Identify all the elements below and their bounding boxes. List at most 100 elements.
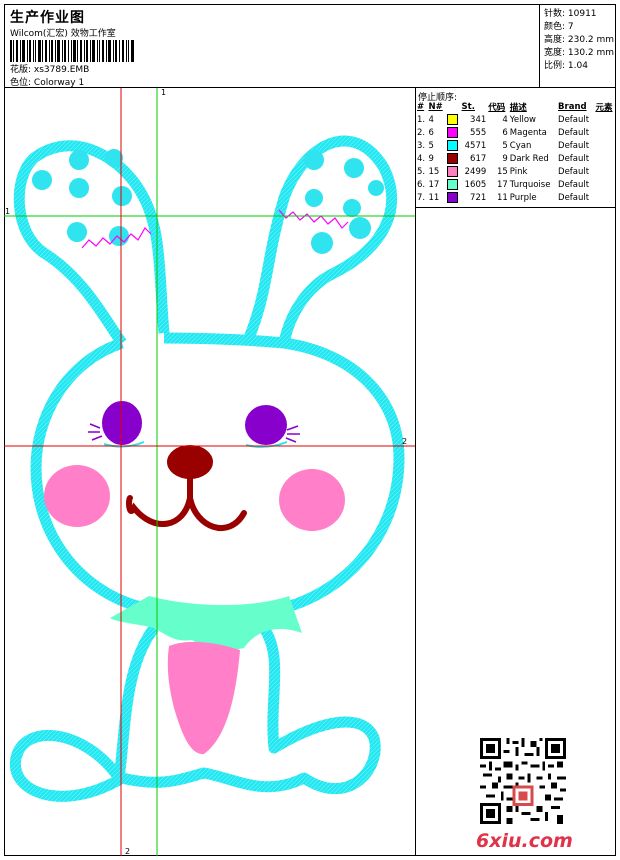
row-stitches: 1605 <box>464 179 487 190</box>
row-description: Pink <box>509 166 528 177</box>
table-row: 6. 17 1605 17 Turquoise Default <box>416 178 616 191</box>
design-file-line: 花版: xs3789.EMB <box>10 62 89 75</box>
stitch-count: 针数: 10911 <box>544 9 597 19</box>
color-swatch <box>446 192 458 203</box>
row-description: Yellow <box>509 114 536 125</box>
row-element <box>594 178 616 191</box>
row-stitches: 341 <box>470 114 487 125</box>
row-code: 15 <box>496 166 508 177</box>
col-element: 元素 <box>595 103 613 113</box>
row-swatch <box>446 139 461 152</box>
colorway-label: 色位: <box>10 78 32 88</box>
row-code: 11 <box>496 192 508 203</box>
row-stitches: 721 <box>470 192 487 203</box>
row-code: 6 <box>502 127 508 138</box>
barcode <box>10 40 134 62</box>
header-panel: 生产作业图 Wilcom(汇宏) 效物工作室 花版: xs3789.EMB 色位… <box>4 4 540 88</box>
row-needle: 6 <box>428 127 434 138</box>
table-row: 2. 6 555 6 Magenta Default <box>416 126 616 139</box>
color-swatch <box>446 140 458 151</box>
row-stitches: 555 <box>470 127 487 138</box>
design-scale: 比例: 1.04 <box>544 61 588 71</box>
design-label: 花版: <box>10 65 32 75</box>
col-description: 描述 <box>509 103 527 113</box>
guide-v2-label: 2 <box>125 847 130 856</box>
eyes <box>88 401 300 448</box>
bunny-embroidery: 1 1 2 2 <box>4 88 415 856</box>
row-needle: 11 <box>428 192 440 203</box>
row-description: Purple <box>509 192 537 203</box>
page-title: 生产作业图 <box>10 10 85 26</box>
color-swatch <box>446 114 458 125</box>
row-stitches: 4571 <box>464 140 487 151</box>
row-brand: Default <box>558 179 590 190</box>
watermark-logo: 6xiu.com <box>476 830 573 852</box>
row-code: 17 <box>496 179 508 190</box>
row-code: 9 <box>502 153 508 164</box>
color-swatch <box>446 166 458 177</box>
row-element <box>594 113 616 126</box>
ear-dots <box>32 149 384 254</box>
table-row: 5. 15 2499 15 Pink Default <box>416 165 616 178</box>
col-swatch <box>446 101 461 113</box>
row-description: Dark Red <box>509 153 549 164</box>
table-body: 1. 4 341 4 Yellow Default 2. 6 555 6 Magenta Defaul… <box>416 113 616 204</box>
col-needle: N# <box>428 102 443 112</box>
row-needle: 17 <box>428 179 440 190</box>
color-count: 颜色: 7 <box>544 22 574 32</box>
belly-tongue <box>167 641 240 755</box>
row-index: 4. <box>417 153 426 164</box>
row-brand: Default <box>558 127 590 138</box>
row-brand: Default <box>558 192 590 203</box>
row-element <box>594 139 616 152</box>
row-element <box>594 165 616 178</box>
row-element <box>594 152 616 165</box>
color-swatch <box>446 153 458 164</box>
design-canvas: 1 1 2 2 <box>4 88 416 856</box>
color-sequence-table: # N# St. 代码 描述 Brand 元素 1. 4 341 4 Yellow Def… <box>416 101 616 204</box>
table-row: 4. 9 617 9 Dark Red Default <box>416 152 616 165</box>
table-divider <box>416 207 616 208</box>
row-swatch <box>446 126 461 139</box>
design-file: xs3789.EMB <box>33 65 90 75</box>
company-name: Wilcom(汇宏) 效物工作室 <box>10 29 116 39</box>
nose <box>167 445 213 479</box>
guide-h2-label: 2 <box>402 437 407 446</box>
row-stitches: 2499 <box>464 166 487 177</box>
colorway-line: 色位: Colorway 1 <box>10 75 84 88</box>
guide-h1-label: 1 <box>5 207 10 216</box>
design-height: 高度: 230.2 mm <box>544 35 615 45</box>
col-index: # <box>417 102 425 112</box>
row-index: 7. <box>417 192 426 203</box>
row-swatch <box>446 165 461 178</box>
row-brand: Default <box>558 114 590 125</box>
design-width: 宽度: 130.2 mm <box>544 48 615 58</box>
qr-code <box>480 738 566 824</box>
row-index: 3. <box>417 140 426 151</box>
guide-v1-label: 1 <box>161 88 166 97</box>
row-stitches: 617 <box>470 153 487 164</box>
row-swatch <box>446 191 461 204</box>
row-needle: 15 <box>428 166 440 177</box>
row-brand: Default <box>558 140 590 151</box>
row-description: Magenta <box>509 127 547 138</box>
row-code: 5 <box>502 140 508 151</box>
row-brand: Default <box>558 166 590 177</box>
table-row: 7. 11 721 11 Purple Default <box>416 191 616 204</box>
row-description: Cyan <box>509 140 532 151</box>
table-row: 1. 4 341 4 Yellow Default <box>416 113 616 126</box>
color-swatch <box>446 127 458 138</box>
row-index: 1. <box>417 114 426 125</box>
row-element <box>594 191 616 204</box>
row-swatch <box>446 152 461 165</box>
row-needle: 4 <box>428 114 434 125</box>
table-header-row: # N# St. 代码 描述 Brand 元素 <box>416 101 616 113</box>
row-brand: Default <box>558 153 590 164</box>
row-needle: 5 <box>428 140 434 151</box>
row-index: 2. <box>417 127 426 138</box>
row-element <box>594 126 616 139</box>
row-swatch <box>446 113 461 126</box>
stats-panel: 针数: 10911 颜色: 7 高度: 230.2 mm 宽度: 130.2 m… <box>540 4 616 88</box>
col-stitches: St. <box>461 102 475 112</box>
table-row: 3. 5 4571 5 Cyan Default <box>416 139 616 152</box>
